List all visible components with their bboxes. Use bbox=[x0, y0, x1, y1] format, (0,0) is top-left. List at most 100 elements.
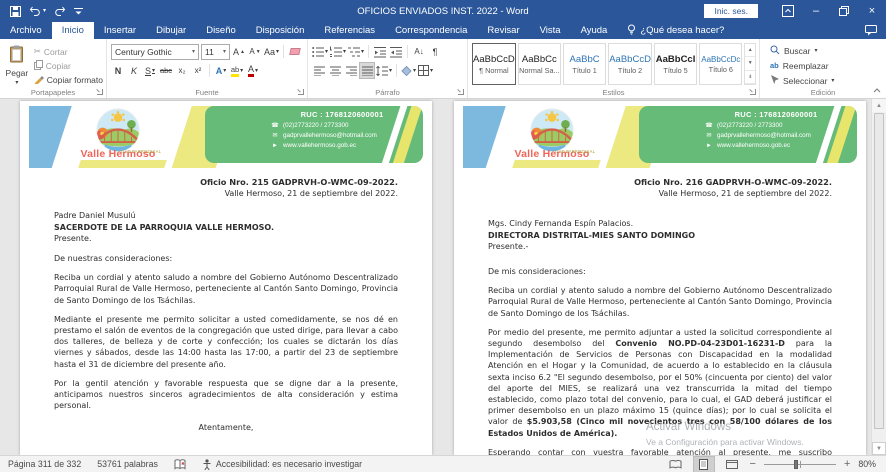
collapse-ribbon-icon[interactable] bbox=[873, 85, 881, 95]
superscript-button[interactable]: x² bbox=[191, 63, 205, 78]
save-icon[interactable] bbox=[10, 6, 21, 17]
font-color-button[interactable]: A▾ bbox=[246, 63, 260, 78]
decrease-indent-button[interactable] bbox=[373, 44, 387, 59]
minimize-button[interactable]: – bbox=[802, 0, 830, 22]
dialog-launcher-icon[interactable] bbox=[298, 89, 304, 95]
justify-button[interactable] bbox=[360, 63, 374, 78]
borders-button[interactable]: ▾ bbox=[418, 63, 433, 78]
text-effects-button[interactable]: A▾ bbox=[214, 63, 228, 78]
replace-button[interactable]: ab Reemplazar bbox=[770, 59, 883, 72]
align-right-button[interactable] bbox=[344, 63, 358, 78]
styles-gallery-scroll: ▲ ▼ ⇟ bbox=[744, 43, 756, 85]
tab-inicio[interactable]: Inicio bbox=[52, 22, 94, 39]
zoom-in-button[interactable]: + bbox=[844, 459, 850, 470]
show-paragraph-marks-button[interactable]: ¶ bbox=[428, 44, 442, 59]
style-heading1[interactable]: AaBbCTítulo 1 bbox=[563, 43, 606, 85]
read-mode-button[interactable] bbox=[666, 457, 686, 472]
sign-in-button[interactable]: Inic. ses. bbox=[704, 4, 758, 18]
zoom-slider-thumb[interactable] bbox=[794, 460, 798, 469]
multilevel-list-button[interactable]: ▾ bbox=[348, 44, 364, 59]
tab-ayuda[interactable]: Ayuda bbox=[571, 22, 618, 39]
tab-referencias[interactable]: Referencias bbox=[314, 22, 385, 39]
eraser-icon bbox=[289, 48, 300, 55]
ribbon-display-options-icon[interactable] bbox=[774, 0, 802, 22]
tab-correspondencia[interactable]: Correspondencia bbox=[385, 22, 477, 39]
scrollbar-thumb[interactable] bbox=[874, 113, 884, 429]
bullets-button[interactable]: ▾ bbox=[312, 44, 328, 59]
redo-icon[interactable] bbox=[54, 6, 66, 16]
align-left-button[interactable] bbox=[312, 63, 326, 78]
page-1[interactable]: RUC : 1768120600001 ☎(02)2773220 / 27733… bbox=[20, 101, 432, 455]
align-center-button[interactable] bbox=[328, 63, 342, 78]
paste-button[interactable]: Pegar ▾ bbox=[4, 42, 30, 86]
dialog-launcher-icon[interactable] bbox=[458, 89, 464, 95]
restore-button[interactable] bbox=[830, 0, 858, 22]
clear-formatting-button[interactable] bbox=[288, 44, 302, 59]
numbering-button[interactable]: ▾ bbox=[330, 44, 346, 59]
print-layout-button[interactable] bbox=[694, 457, 714, 472]
close-button[interactable]: × bbox=[858, 0, 886, 22]
bold-button[interactable]: N bbox=[111, 63, 125, 78]
oficio-number: Oficio Nro. 215 GADPRVH-O-WMC-09-2022. bbox=[54, 177, 398, 188]
zoom-slider[interactable] bbox=[764, 464, 836, 465]
italic-button[interactable]: K bbox=[127, 63, 141, 78]
tell-me-box[interactable]: ¿Qué desea hacer? bbox=[617, 22, 734, 39]
cut-button[interactable]: ✂Cortar bbox=[34, 45, 103, 58]
page-2[interactable]: RUC : 1768120600001 ☎(02)2773220 / 27733… bbox=[454, 101, 866, 455]
style-heading6[interactable]: AaBbCcDcTítulo 6 bbox=[699, 43, 742, 85]
style-normal[interactable]: AaBbCcD¶ Normal bbox=[472, 43, 516, 85]
gallery-down-icon[interactable]: ▼ bbox=[745, 57, 755, 70]
font-family-combo[interactable]: Century Gothic▾ bbox=[111, 44, 199, 60]
underline-button[interactable]: S▾ bbox=[143, 63, 157, 78]
gallery-up-icon[interactable]: ▲ bbox=[745, 44, 755, 57]
vertical-scrollbar[interactable]: ▲ ▼ bbox=[871, 99, 886, 455]
line-spacing-button[interactable]: ▾ bbox=[376, 63, 392, 78]
scroll-up-icon[interactable]: ▲ bbox=[872, 99, 886, 112]
scroll-down-icon[interactable]: ▼ bbox=[872, 442, 886, 455]
style-no-spacing[interactable]: AaBbCcNormal Sa... bbox=[518, 43, 561, 85]
find-button[interactable]: Buscar▾ bbox=[770, 44, 883, 57]
tab-disposicion[interactable]: Disposición bbox=[246, 22, 315, 39]
header-yellow-stripe bbox=[511, 160, 601, 168]
highlight-color-button[interactable]: ab▾ bbox=[230, 63, 244, 78]
word-count[interactable]: 53761 palabras bbox=[89, 456, 166, 472]
format-painter-button[interactable]: Copiar formato bbox=[34, 73, 103, 86]
ribbon: Pegar ▾ ✂Cortar Copiar Copiar formato Po… bbox=[0, 39, 886, 99]
feedback-icon[interactable] bbox=[865, 22, 886, 39]
zoom-level[interactable]: 80% bbox=[858, 459, 876, 469]
shrink-font-button[interactable]: A▼ bbox=[248, 44, 262, 59]
select-button[interactable]: Seleccionar▾ bbox=[770, 74, 883, 87]
tab-insertar[interactable]: Insertar bbox=[94, 22, 146, 39]
page-indicator[interactable]: Página 311 de 332 bbox=[0, 456, 89, 472]
accessibility-status[interactable]: Accesibilidad: es necesario investigar bbox=[194, 456, 370, 472]
change-case-button[interactable]: Aa▾ bbox=[264, 44, 279, 59]
zoom-out-button[interactable]: − bbox=[750, 459, 756, 470]
style-heading2[interactable]: AaBbCcDTítulo 2 bbox=[608, 43, 652, 85]
web-layout-button[interactable] bbox=[722, 457, 742, 472]
shading-button[interactable]: ▾ bbox=[401, 63, 416, 78]
subscript-button[interactable]: x₂ bbox=[175, 63, 189, 78]
increase-indent-button[interactable] bbox=[389, 44, 403, 59]
dialog-launcher-icon[interactable] bbox=[750, 89, 756, 95]
proofing-status[interactable] bbox=[166, 456, 194, 472]
grow-font-button[interactable]: A▲ bbox=[232, 44, 246, 59]
tab-revisar[interactable]: Revisar bbox=[477, 22, 529, 39]
strikethrough-button[interactable]: abc bbox=[159, 63, 173, 78]
style-heading5[interactable]: AaBbCcITítulo 5 bbox=[654, 43, 697, 85]
tab-archivo[interactable]: Archivo bbox=[0, 22, 52, 39]
font-size-combo[interactable]: 11▾ bbox=[201, 44, 230, 60]
dialog-launcher-icon[interactable] bbox=[97, 89, 103, 95]
tab-dibujar[interactable]: Dibujar bbox=[146, 22, 196, 39]
tab-diseno[interactable]: Diseño bbox=[196, 22, 246, 39]
website-url: www.vallehermoso.gob.ec bbox=[717, 142, 790, 149]
customize-qat-icon[interactable] bbox=[74, 7, 83, 16]
read-mode-icon bbox=[669, 460, 682, 469]
letter-body: Oficio Nro. 215 GADPRVH-O-WMC-09-2022. V… bbox=[20, 177, 432, 434]
sort-button[interactable]: A↓ bbox=[412, 44, 426, 59]
tell-me-label: ¿Qué desea hacer? bbox=[640, 25, 724, 36]
tab-vista[interactable]: Vista bbox=[530, 22, 571, 39]
copy-button[interactable]: Copiar bbox=[34, 59, 103, 72]
font-size-value: 11 bbox=[205, 47, 214, 57]
undo-icon[interactable]: ▾ bbox=[29, 6, 46, 16]
gallery-more-icon[interactable]: ⇟ bbox=[745, 71, 755, 84]
